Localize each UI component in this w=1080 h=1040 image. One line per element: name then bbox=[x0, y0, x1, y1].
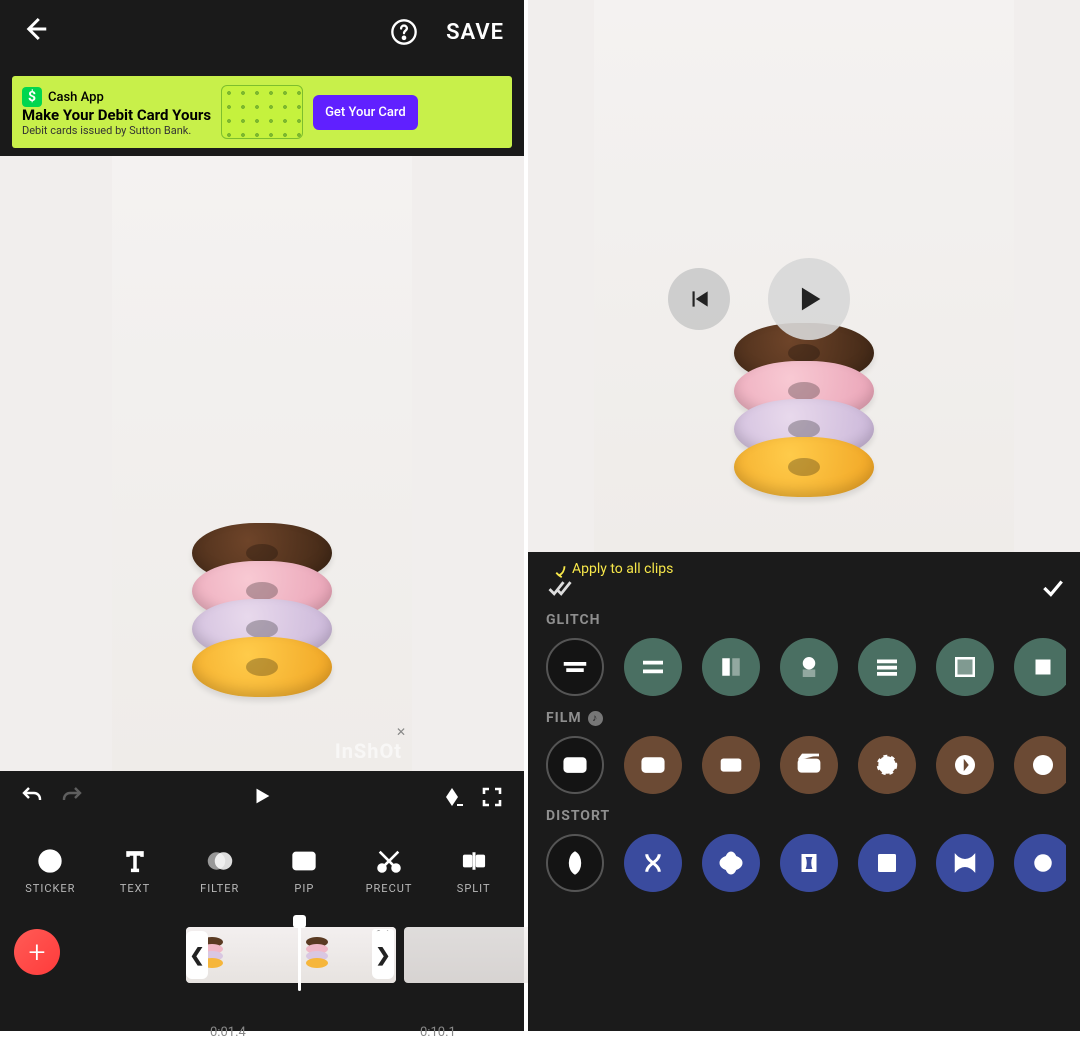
tool-pip[interactable]: PIP bbox=[268, 844, 340, 895]
effect-distort-2[interactable] bbox=[624, 834, 682, 892]
category-title: DISTORT bbox=[546, 808, 1066, 824]
tool-row: STICKER TEXT FILTER PIP PRECUT bbox=[0, 827, 524, 911]
preview-content bbox=[734, 345, 874, 497]
effect-film-2[interactable] bbox=[624, 736, 682, 794]
effect-distort-1[interactable] bbox=[546, 834, 604, 892]
keyframe-button[interactable] bbox=[440, 785, 464, 813]
tool-label: TEXT bbox=[120, 882, 150, 895]
music-badge-icon: ♪ bbox=[588, 711, 603, 726]
effect-film-6[interactable] bbox=[936, 736, 994, 794]
fullscreen-button[interactable] bbox=[480, 785, 504, 813]
undo-button[interactable] bbox=[20, 784, 44, 814]
time-current: 0:01.4 bbox=[210, 1025, 246, 1040]
clip-trim-handle-left[interactable]: ❮ bbox=[186, 931, 208, 979]
time-total: 0:10.1 bbox=[420, 1025, 456, 1040]
editor-main-screen: SAVE $ Cash App Make Your Debit Card You… bbox=[0, 0, 524, 1031]
category-title: GLITCH bbox=[546, 612, 1066, 628]
watermark-text: InShOt bbox=[335, 739, 402, 763]
help-button[interactable] bbox=[390, 18, 418, 46]
transport-bar bbox=[0, 771, 524, 827]
effect-chip-row[interactable] bbox=[546, 834, 1066, 892]
video-preview[interactable]: ✕ InShOt bbox=[0, 156, 524, 771]
effect-film-5[interactable] bbox=[858, 736, 916, 794]
effect-chip-row[interactable] bbox=[546, 638, 1066, 696]
effect-distort-5[interactable] bbox=[858, 834, 916, 892]
effect-distort-6[interactable] bbox=[936, 834, 994, 892]
effect-glitch-4[interactable] bbox=[780, 638, 838, 696]
remove-watermark-button[interactable]: ✕ bbox=[396, 725, 406, 739]
effects-screen: Apply to all clips GLITCH bbox=[528, 0, 1080, 1031]
clip-trim-handle-right[interactable]: ❯ bbox=[372, 931, 394, 979]
filter-icon bbox=[206, 844, 234, 878]
tool-sticker[interactable]: STICKER bbox=[14, 844, 86, 895]
effect-glitch-1[interactable] bbox=[546, 638, 604, 696]
tool-split[interactable]: SPLIT bbox=[438, 844, 510, 895]
ad-headline: Make Your Debit Card Yours bbox=[22, 107, 211, 124]
effect-distort-3[interactable] bbox=[702, 834, 760, 892]
confirm-button[interactable] bbox=[1040, 575, 1066, 605]
effects-preview[interactable] bbox=[528, 0, 1080, 552]
tool-label: PRECUT bbox=[366, 882, 413, 895]
effect-film-3[interactable] bbox=[702, 736, 760, 794]
play-effect-button[interactable] bbox=[768, 258, 850, 340]
effect-film-7[interactable] bbox=[1014, 736, 1066, 794]
effect-distort-7[interactable] bbox=[1014, 834, 1066, 892]
cashapp-logo-icon: $ bbox=[22, 87, 42, 107]
top-bar: SAVE bbox=[0, 0, 524, 64]
ad-banner[interactable]: $ Cash App Make Your Debit Card Yours De… bbox=[12, 76, 512, 148]
split-icon bbox=[460, 844, 488, 878]
effect-film-1[interactable] bbox=[546, 736, 604, 794]
timeline-track[interactable]: 2.1 ❮ ❯ bbox=[70, 927, 524, 983]
tool-label: PIP bbox=[294, 882, 314, 895]
effect-film-4[interactable] bbox=[780, 736, 838, 794]
category-title: FILM ♪ bbox=[546, 710, 1066, 726]
effects-panel: GLITCH FILM ♪ bbox=[528, 552, 1080, 1031]
prev-clip-button[interactable] bbox=[668, 268, 730, 330]
effect-chip-row[interactable] bbox=[546, 736, 1066, 794]
preview-content bbox=[192, 545, 332, 697]
precut-icon bbox=[375, 844, 403, 878]
ad-cta-button[interactable]: Get Your Card bbox=[313, 95, 418, 130]
timeline[interactable]: + 2.1 ❮ ❯ 0:01.4 0:10.1 bbox=[0, 911, 524, 1031]
effect-glitch-6[interactable] bbox=[936, 638, 994, 696]
effect-glitch-7[interactable] bbox=[1014, 638, 1066, 696]
tool-text[interactable]: TEXT bbox=[99, 844, 171, 895]
effect-glitch-2[interactable] bbox=[624, 638, 682, 696]
tool-filter[interactable]: FILTER bbox=[184, 844, 256, 895]
effect-distort-4[interactable] bbox=[780, 834, 838, 892]
effect-glitch-3[interactable] bbox=[702, 638, 760, 696]
pip-icon bbox=[290, 844, 318, 878]
redo-button[interactable] bbox=[60, 784, 84, 814]
timeline-playhead[interactable] bbox=[298, 921, 301, 991]
effect-category-glitch: GLITCH bbox=[546, 612, 1066, 696]
tool-label: STICKER bbox=[25, 882, 75, 895]
save-button[interactable]: SAVE bbox=[446, 20, 504, 45]
ad-brand: Cash App bbox=[48, 90, 104, 105]
play-button[interactable] bbox=[251, 785, 273, 813]
add-clip-button[interactable]: + bbox=[14, 929, 60, 975]
tool-label: SPLIT bbox=[457, 882, 491, 895]
effect-category-distort: DISTORT bbox=[546, 808, 1066, 892]
effect-category-film: FILM ♪ bbox=[546, 710, 1066, 794]
tool-label: FILTER bbox=[200, 882, 239, 895]
apply-all-tooltip: Apply to all clips bbox=[548, 558, 673, 580]
preview-canvas: ✕ InShOt bbox=[112, 156, 412, 771]
effect-glitch-5[interactable] bbox=[858, 638, 916, 696]
text-icon bbox=[121, 844, 149, 878]
tool-precut[interactable]: PRECUT bbox=[353, 844, 425, 895]
timeline-clip[interactable]: 2.1 bbox=[186, 927, 396, 983]
sticker-icon bbox=[36, 844, 64, 878]
ad-subtext: Debit cards issued by Sutton Bank. bbox=[22, 124, 211, 137]
ad-card-graphic bbox=[221, 85, 303, 139]
back-button[interactable] bbox=[20, 14, 50, 51]
tooltip-text: Apply to all clips bbox=[572, 561, 673, 577]
